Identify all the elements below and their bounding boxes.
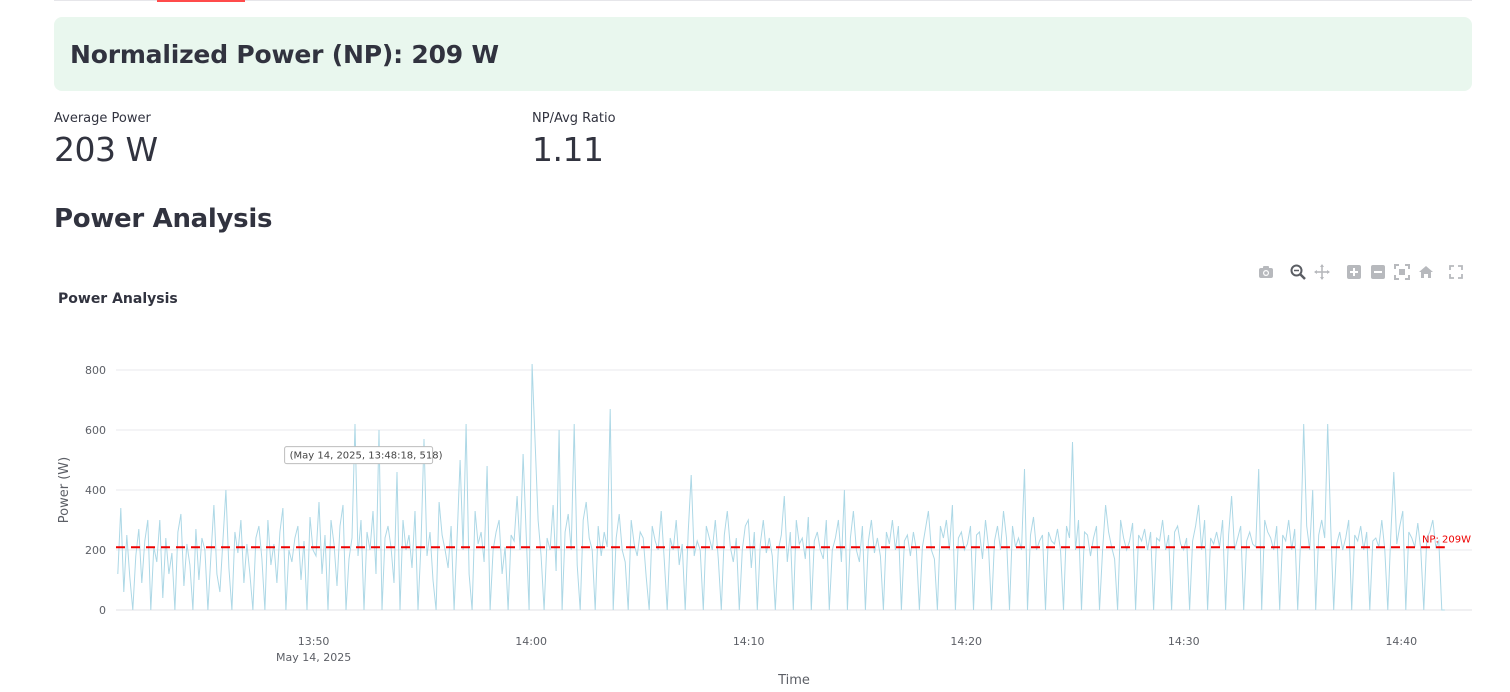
hover-tooltip-text: (May 14, 2025, 13:48:18, 518) (290, 451, 443, 462)
y-tick-label: 200 (85, 544, 106, 557)
metric-value: 203 W (54, 130, 158, 169)
metric-value: 1.11 (532, 130, 604, 169)
x-tick-label: 14:20 (950, 635, 982, 648)
x-axis-ticks: 13:50 14:00 14:10 14:20 14:30 14:40 (298, 635, 1417, 648)
metric-label: Average Power (54, 111, 151, 126)
y-tick-label: 800 (85, 364, 106, 377)
x-tick-label: 13:50 (298, 635, 330, 648)
metric-label: NP/Avg Ratio (532, 111, 616, 126)
metric-np-avg-ratio: NP/Avg Ratio 1.11 (532, 111, 616, 169)
np-banner: Normalized Power (NP): 209 W (54, 17, 1472, 91)
x-tick-label: 14:10 (733, 635, 765, 648)
power-series-line (117, 363, 1445, 611)
y-axis-ticks: 0 200 400 600 800 (85, 364, 106, 617)
y-axis-label: Power (W) (57, 457, 72, 523)
x-tick-label: 14:40 (1385, 635, 1417, 648)
x-tick-label: 14:30 (1168, 635, 1200, 648)
y-tick-label: 0 (99, 604, 106, 617)
hover-tooltip: (May 14, 2025, 13:48:18, 518) (284, 446, 443, 465)
np-line-label: NP: 209W (1422, 534, 1471, 545)
y-tick-label: 400 (85, 484, 106, 497)
x-tick-label: 14:00 (515, 635, 547, 648)
np-banner-text: Normalized Power (NP): 209 W (70, 39, 499, 69)
power-chart[interactable]: Power Analysis 0200400600800 13:50 14:00 1… (0, 270, 1510, 692)
section-title: Power Analysis (54, 204, 273, 234)
x-axis-date-label: May 14, 2025 (276, 651, 351, 664)
y-tick-label: 600 (85, 424, 106, 437)
chart-title: Power Analysis (58, 291, 178, 307)
tab-bar-divider (54, 0, 1472, 1)
active-tab-indicator (157, 0, 245, 2)
x-axis-label: Time (777, 673, 810, 688)
metric-average-power: Average Power 203 W (54, 111, 158, 169)
